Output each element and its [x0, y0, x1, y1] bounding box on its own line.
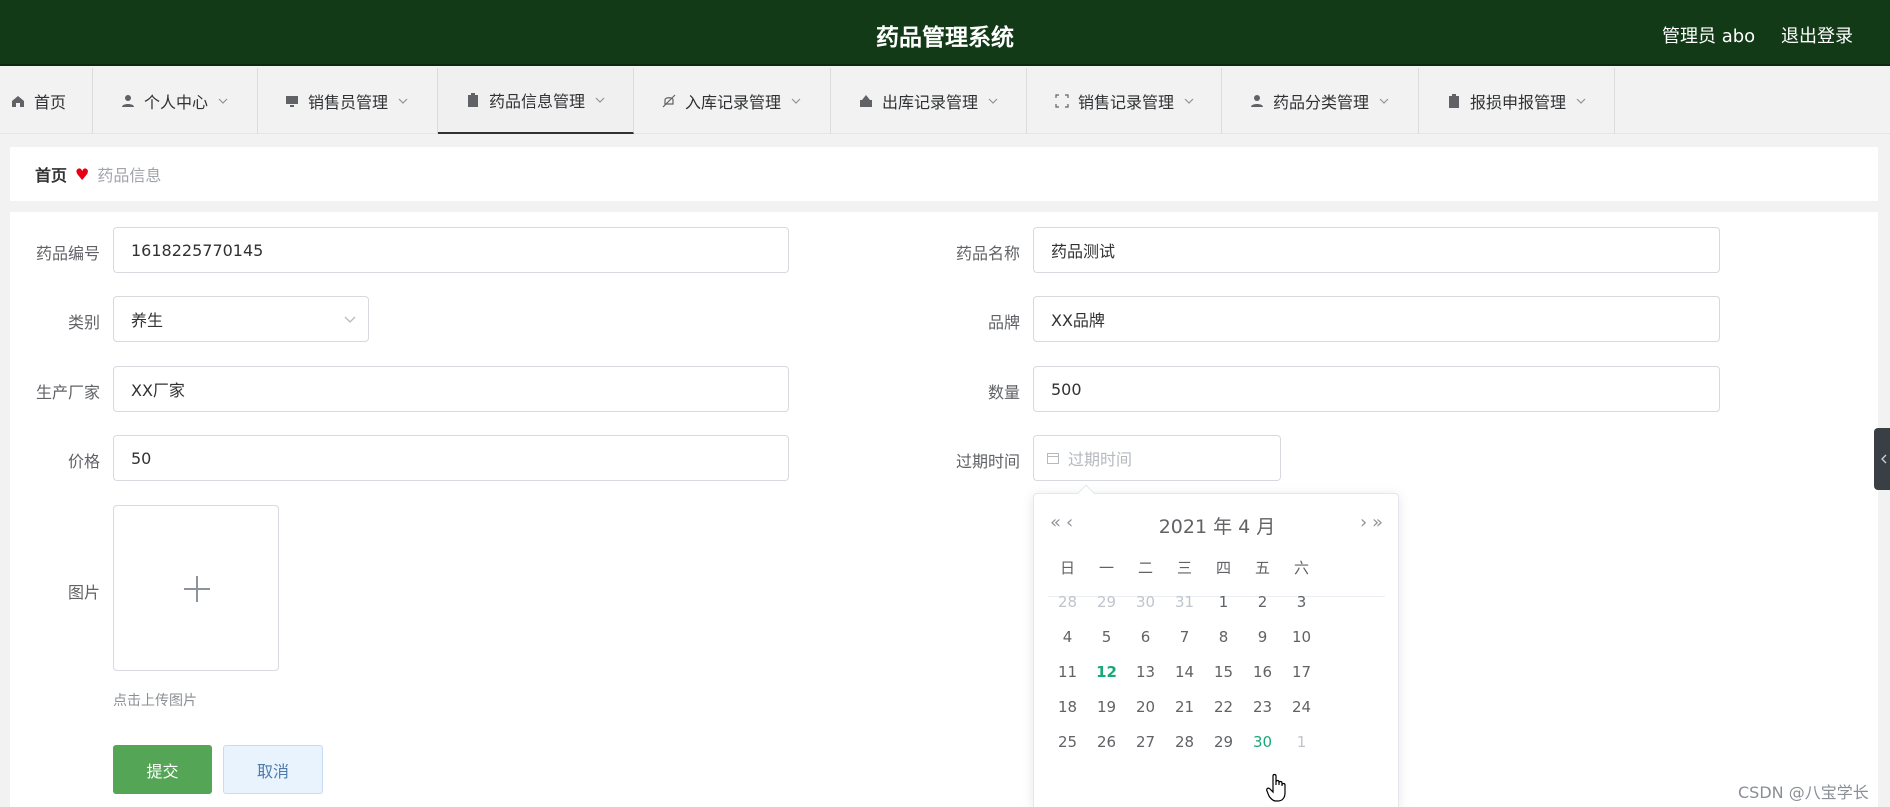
breadcrumb-current: 药品信息 — [97, 166, 162, 185]
chevron-left-icon — [1881, 454, 1887, 464]
chevron-down-icon — [988, 98, 998, 104]
logout-link[interactable]: 退出登录 — [1781, 22, 1853, 48]
nav-item-sellers[interactable]: 销售员管理 — [258, 68, 438, 134]
maker-input[interactable]: XX厂家 — [113, 366, 789, 412]
calendar-day[interactable]: 3 — [1278, 593, 1325, 611]
chevron-down-icon — [595, 97, 605, 103]
code-label: 药品编号 — [35, 244, 100, 263]
nav-item-sales[interactable]: 销售记录管理 — [1027, 68, 1222, 134]
nav-item-stock-out[interactable]: 出库记录管理 — [831, 68, 1027, 134]
chevron-down-icon — [1576, 98, 1586, 104]
clipboard-icon — [468, 93, 478, 107]
name-input[interactable]: 药品测试 — [1033, 227, 1720, 273]
nav-item-label: 销售员管理 — [308, 93, 389, 112]
code-input[interactable]: 1618225770145 — [113, 227, 789, 273]
top-header: 药品管理系统 管理员 abo 退出登录 — [0, 0, 1890, 66]
watermark: CSDN @八宝学长 — [1738, 783, 1869, 802]
nav-item-loss[interactable]: 报损申报管理 — [1419, 68, 1615, 134]
hand-cursor-icon — [1266, 773, 1286, 802]
picker-header[interactable]: 2021 年 4 月 — [1034, 512, 1400, 539]
qty-label: 数量 — [987, 383, 1020, 402]
chevron-down-icon — [344, 316, 356, 323]
chevron-down-icon — [1184, 98, 1194, 104]
maker-label: 生产厂家 — [35, 383, 100, 402]
calendar-day[interactable]: 1 — [1278, 733, 1325, 751]
monitor-icon — [286, 96, 298, 107]
chevron-down-icon — [1379, 98, 1389, 104]
date-picker: « ‹ 2021 年 4 月 › » 日一二三四五六 28 29 30 31 1 2 3 4 5 6… — [1033, 484, 1400, 807]
breadcrumb-home[interactable]: 首页 — [35, 162, 67, 186]
box-icon — [860, 95, 872, 107]
weekday-label: 六 — [1293, 559, 1309, 577]
heart-icon: ♥ — [75, 164, 90, 184]
next-month-button[interactable]: › — [1360, 512, 1367, 533]
brand-label: 品牌 — [987, 313, 1020, 332]
chevron-down-icon — [398, 98, 408, 104]
chevron-down-icon — [218, 98, 228, 104]
user-icon — [1251, 95, 1263, 107]
nav-item-drug-info[interactable]: 药品信息管理 — [438, 68, 634, 134]
nav-item-label: 药品分类管理 — [1273, 93, 1370, 112]
nav-item-label: 入库记录管理 — [685, 93, 782, 112]
calendar-day[interactable]: 17 — [1278, 663, 1325, 681]
current-user: 管理员 abo — [1662, 26, 1756, 47]
nav-item-label: 药品信息管理 — [489, 92, 586, 111]
clipboard-icon — [1449, 94, 1459, 108]
nav-item-label: 首页 — [34, 93, 67, 112]
fullscreen-icon — [1055, 94, 1069, 108]
side-drawer-tab[interactable] — [1874, 428, 1890, 490]
image-label: 图片 — [67, 583, 100, 602]
calendar-day[interactable]: 10 — [1278, 628, 1325, 646]
upload-tip: 点击上传图片 — [113, 693, 197, 709]
price-label: 价格 — [67, 452, 100, 471]
nav-item-label: 报损申报管理 — [1470, 93, 1567, 112]
breadcrumb: 首页 ♥ 药品信息 — [10, 147, 1878, 201]
qty-value: 500 — [1051, 379, 1082, 399]
nav-item-label: 销售记录管理 — [1078, 93, 1175, 112]
app-title: 药品管理系统 — [876, 25, 1014, 51]
name-value: 药品测试 — [1051, 242, 1116, 261]
calendar-icon — [1047, 453, 1059, 464]
price-value: 50 — [131, 448, 152, 468]
nav-item-profile[interactable]: 个人中心 — [93, 68, 258, 134]
bell-off-icon — [662, 94, 676, 108]
expire-placeholder: 过期时间 — [1068, 450, 1133, 469]
expire-label: 过期时间 — [955, 452, 1020, 471]
plus-icon — [184, 576, 210, 602]
nav-item-stock-in[interactable]: 入库记录管理 — [634, 68, 831, 134]
nav-item-label: 个人中心 — [144, 93, 209, 112]
drug-form: 药品编号 1618225770145 药品名称 药品测试 类别 养生 品牌 XX… — [10, 212, 1878, 807]
nav-item-label: 出库记录管理 — [882, 93, 979, 112]
calendar-day[interactable]: 24 — [1278, 698, 1325, 716]
image-upload[interactable] — [113, 505, 279, 671]
user-icon — [122, 95, 134, 107]
next-year-button[interactable]: » — [1372, 512, 1383, 533]
cancel-button[interactable]: 取消 — [223, 745, 323, 794]
main-nav: 首页 个人中心 销售员管理 药品信息管理 入库记录管理 出库记录管理 销售记录管… — [0, 68, 1890, 134]
nav-item-home[interactable]: 首页 — [0, 68, 93, 134]
category-label: 类别 — [67, 313, 100, 332]
category-value: 养生 — [131, 311, 164, 330]
maker-value: XX厂家 — [131, 381, 185, 400]
expire-date-input[interactable]: 过期时间 — [1033, 435, 1281, 481]
home-icon — [12, 96, 24, 107]
nav-item-category[interactable]: 药品分类管理 — [1222, 68, 1419, 134]
brand-input[interactable]: XX品牌 — [1033, 296, 1720, 342]
brand-value: XX品牌 — [1051, 311, 1105, 330]
name-label: 药品名称 — [955, 244, 1020, 263]
submit-button[interactable]: 提交 — [113, 745, 212, 794]
qty-input[interactable]: 500 — [1033, 366, 1720, 412]
category-select[interactable]: 养生 — [113, 296, 369, 342]
code-value: 1618225770145 — [131, 240, 264, 260]
chevron-down-icon — [791, 98, 801, 104]
price-input[interactable]: 50 — [113, 435, 789, 481]
